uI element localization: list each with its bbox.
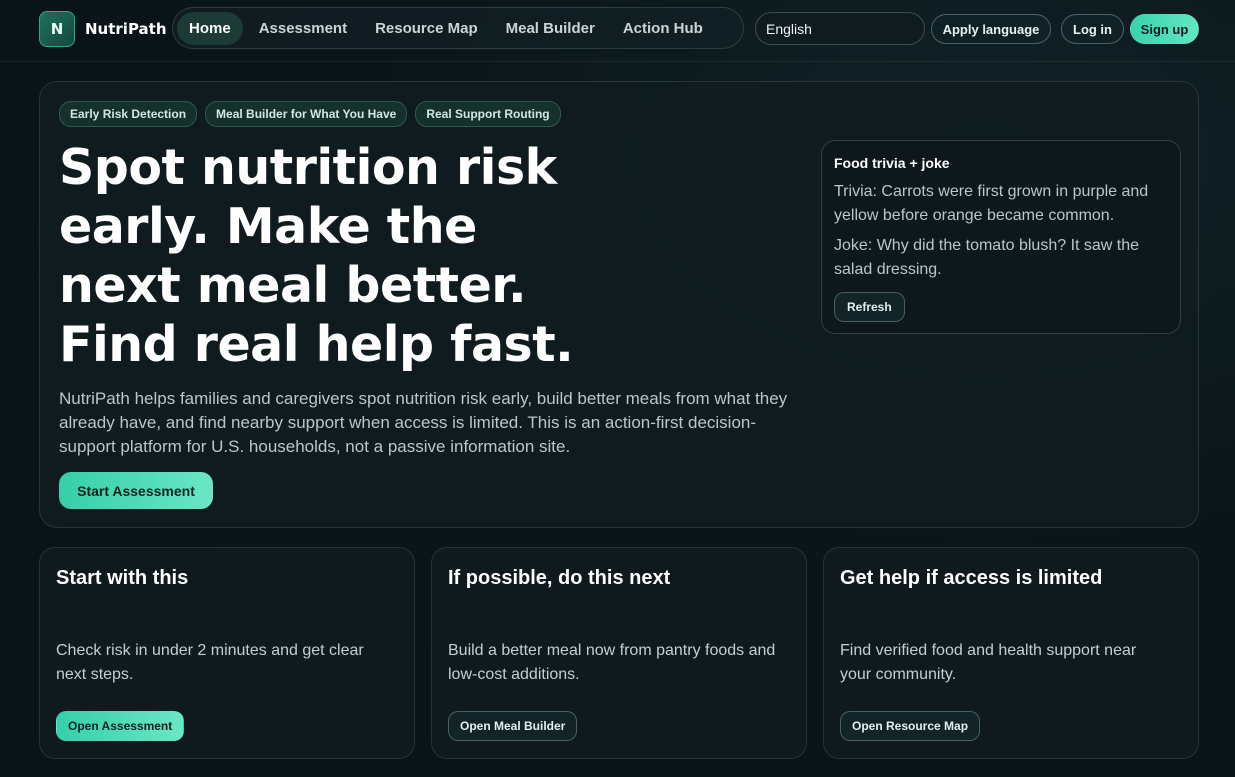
brand-name: NutriPath	[85, 20, 167, 38]
card-text: Find verified food and health support ne…	[840, 642, 1137, 683]
card-text: Build a better meal now from pantry food…	[448, 642, 776, 683]
open-assessment-button[interactable]: Open Assessment	[56, 711, 185, 741]
nav-item-home[interactable]: Home	[177, 11, 243, 45]
login-button[interactable]: Log in	[1061, 14, 1124, 44]
tag-early-risk-detection: Early Risk Detection	[59, 101, 198, 127]
hero-tags: Early Risk Detection Meal Builder for Wh…	[59, 101, 561, 127]
open-meal-builder-button[interactable]: Open Meal Builder	[448, 711, 578, 741]
open-resource-map-button[interactable]: Open Resource Map	[840, 711, 981, 741]
trivia-panel: Food trivia + joke Trivia: Carrots were …	[821, 140, 1181, 334]
hero-section: Early Risk Detection Meal Builder for Wh…	[39, 81, 1199, 528]
tag-meal-builder: Meal Builder for What You Have	[205, 101, 408, 127]
card-title: If possible, do this next	[448, 567, 671, 589]
signup-button[interactable]: Sign up	[1130, 14, 1199, 44]
hero-title: Spot nutrition risk early. Make the next…	[59, 139, 574, 373]
card-do-this-next: If possible, do this next Build a better…	[431, 547, 807, 759]
card-start-with-this: Start with this Check risk in under 2 mi…	[39, 547, 415, 759]
nav-item-action-hub[interactable]: Action Hub	[611, 12, 715, 45]
nav-item-assessment[interactable]: Assessment	[247, 12, 359, 45]
nav-item-resource-map[interactable]: Resource Map	[363, 12, 490, 45]
tag-real-support-routing: Real Support Routing	[415, 101, 561, 127]
hero-description: NutriPath helps families and caregivers …	[59, 389, 788, 456]
trivia-title: Food trivia + joke	[834, 155, 950, 171]
card-title: Start with this	[56, 567, 189, 589]
main-nav: Home Assessment Resource Map Meal Builde…	[172, 7, 744, 49]
start-assessment-button[interactable]: Start Assessment	[59, 472, 213, 509]
trivia-fact: Trivia: Carrots were first grown in purp…	[834, 183, 1149, 224]
refresh-button[interactable]: Refresh	[834, 292, 905, 322]
trivia-joke: Joke: Why did the tomato blush? It saw t…	[834, 237, 1140, 278]
top-navigation-bar: N NutriPath Home Assessment Resource Map…	[0, 0, 1235, 62]
brand[interactable]: N NutriPath	[39, 11, 167, 47]
card-title: Get help if access is limited	[840, 567, 1103, 589]
brand-logo-icon: N	[39, 11, 75, 47]
nav-item-meal-builder[interactable]: Meal Builder	[494, 12, 607, 45]
language-input[interactable]	[755, 12, 925, 45]
card-text: Check risk in under 2 minutes and get cl…	[56, 642, 364, 683]
card-get-help: Get help if access is limited Find verif…	[823, 547, 1199, 759]
apply-language-button[interactable]: Apply language	[931, 14, 1051, 44]
